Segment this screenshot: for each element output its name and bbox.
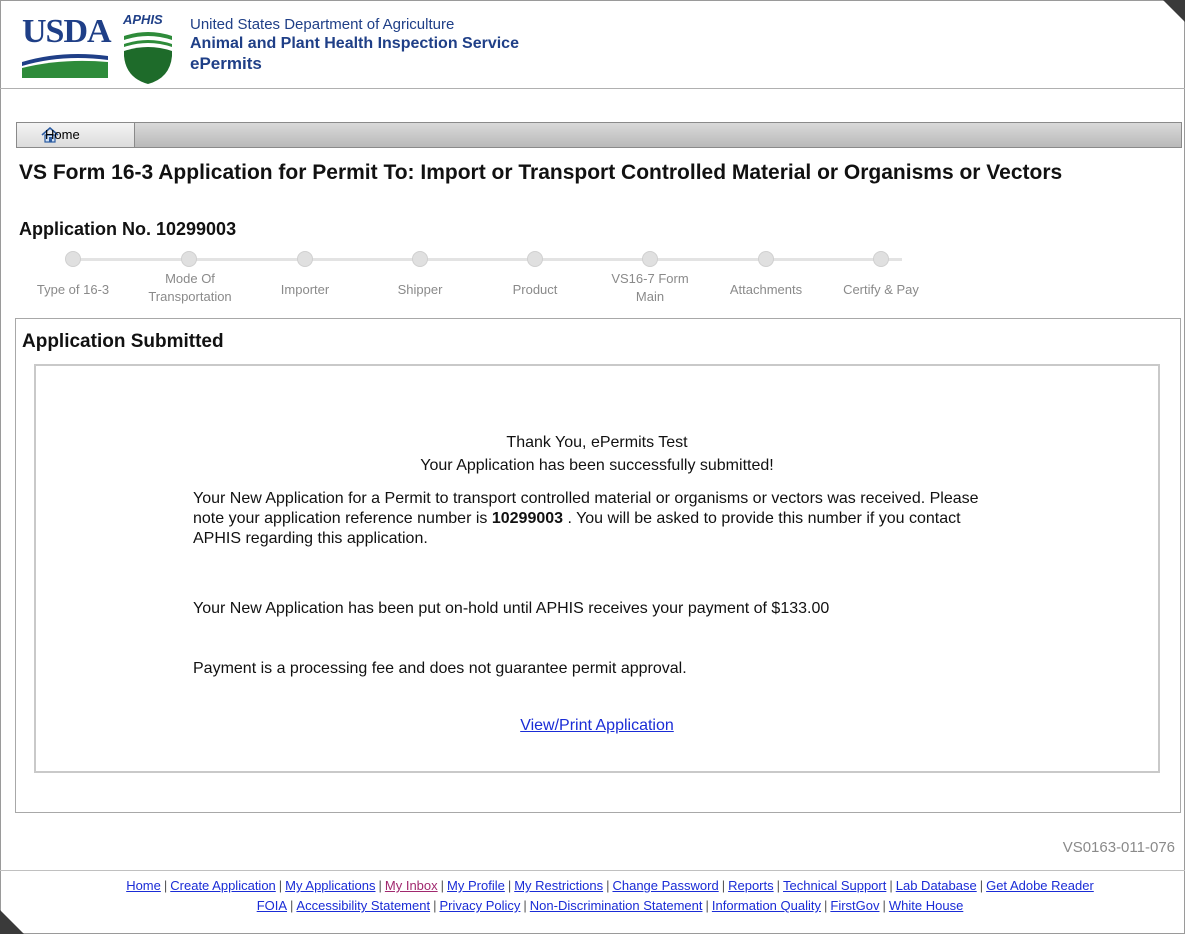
department-name: United States Department of Agriculture: [190, 16, 455, 33]
footer-link-home[interactable]: Home: [126, 878, 161, 893]
top-navbar: Home: [16, 122, 1182, 148]
footer-link-privacy[interactable]: Privacy Policy: [439, 898, 520, 913]
view-print-application-link[interactable]: View/Print Application: [520, 717, 674, 734]
thank-you-text: Thank You, ePermits Test: [506, 434, 688, 451]
nav-home-button[interactable]: Home: [17, 123, 135, 147]
window-corner-bottom-left: [0, 910, 24, 934]
aphis-shield-icon: [124, 32, 172, 84]
wizard-step-dot: [873, 251, 889, 267]
wizard-step-dot: [297, 251, 313, 267]
footer-link-reports[interactable]: Reports: [728, 878, 774, 893]
footer-row-2: FOIA | Accessibility Statement | Privacy Pol…: [256, 898, 964, 913]
aphis-label: APHIS: [123, 12, 163, 27]
footer-link-my-inbox[interactable]: My Inbox: [385, 878, 438, 893]
footer-link-get-adobe-reader[interactable]: Get Adobe Reader: [986, 878, 1094, 893]
footer-row-1: Home | Create Application | My Applications |…: [126, 878, 1094, 893]
page-title: VS Form 16-3 Application for Permit To: …: [19, 161, 1063, 184]
view-print-container: View/Print Application: [34, 717, 1160, 735]
progress-wizard: Type of 16-3 Mode Of Transportation Impo…: [14, 248, 954, 310]
wizard-step-label: Product: [512, 282, 558, 297]
wizard-step-label: VS16-7 Form Main: [611, 271, 689, 304]
agency-title: United States Department of Agriculture …: [190, 15, 519, 75]
footer-links: Home | Create Application | My Applications |…: [40, 876, 1180, 916]
section-title: Application Submitted: [22, 331, 224, 352]
usda-logo[interactable]: USDA: [22, 14, 118, 86]
footer-link-create-application[interactable]: Create Application: [170, 878, 276, 893]
usda-logo-text: USDA: [22, 13, 112, 50]
wizard-step-label: Importer: [280, 282, 330, 297]
footer-link-firstgov[interactable]: FirstGov: [830, 898, 879, 913]
footer-link-my-restrictions[interactable]: My Restrictions: [514, 878, 603, 893]
nav-home-label: Home: [45, 127, 80, 142]
footer-link-white-house[interactable]: White House: [889, 898, 963, 913]
wizard-step-dot: [181, 251, 197, 267]
form-code: VS0163-011-076: [1062, 839, 1175, 856]
footer-link-my-profile[interactable]: My Profile: [447, 878, 505, 893]
footer-link-information-quality[interactable]: Information Quality: [712, 898, 821, 913]
footer-link-change-password[interactable]: Change Password: [612, 878, 718, 893]
wizard-step-dot: [642, 251, 658, 267]
application-number: Application No. 10299003: [19, 219, 237, 239]
wizard-step-dot: [758, 251, 774, 267]
payment-hold-text: Your New Application has been put on-hol…: [193, 600, 830, 617]
wizard-step-label: Attachments: [729, 282, 803, 297]
footer-link-my-applications[interactable]: My Applications: [285, 878, 375, 893]
payment-note-text: Payment is a processing fee and does not…: [193, 660, 687, 677]
wizard-step-label: Certify & Pay: [843, 282, 919, 297]
wizard-step-dot: [527, 251, 543, 267]
footer-link-accessibility[interactable]: Accessibility Statement: [296, 898, 430, 913]
wizard-step-dot: [412, 251, 428, 267]
footer-link-foia[interactable]: FOIA: [257, 898, 287, 913]
reference-number: 10299003: [491, 510, 564, 527]
footer-link-technical-support[interactable]: Technical Support: [783, 878, 886, 893]
confirmation-box: [34, 364, 1160, 773]
app-name: ePermits: [190, 54, 262, 73]
wizard-step-label: Type of 16-3: [36, 282, 110, 297]
footer-link-lab-database[interactable]: Lab Database: [896, 878, 977, 893]
footer-divider: [0, 870, 1185, 871]
wizard-step-dot: [65, 251, 81, 267]
usda-logo-hills-icon: [22, 48, 108, 78]
wizard-step-label: Mode Of Transportation: [148, 271, 232, 304]
wizard-step-label: Shipper: [397, 282, 443, 297]
header-divider: [0, 88, 1185, 89]
reference-paragraph: Your New Application for a Permit to tra…: [193, 489, 993, 549]
success-text: Your Application has been successfully s…: [420, 457, 774, 474]
site-header: USDA APHIS United States Department of A…: [10, 10, 1180, 88]
agency-name: Animal and Plant Health Inspection Servi…: [190, 35, 519, 52]
footer-link-non-discrimination[interactable]: Non-Discrimination Statement: [530, 898, 703, 913]
